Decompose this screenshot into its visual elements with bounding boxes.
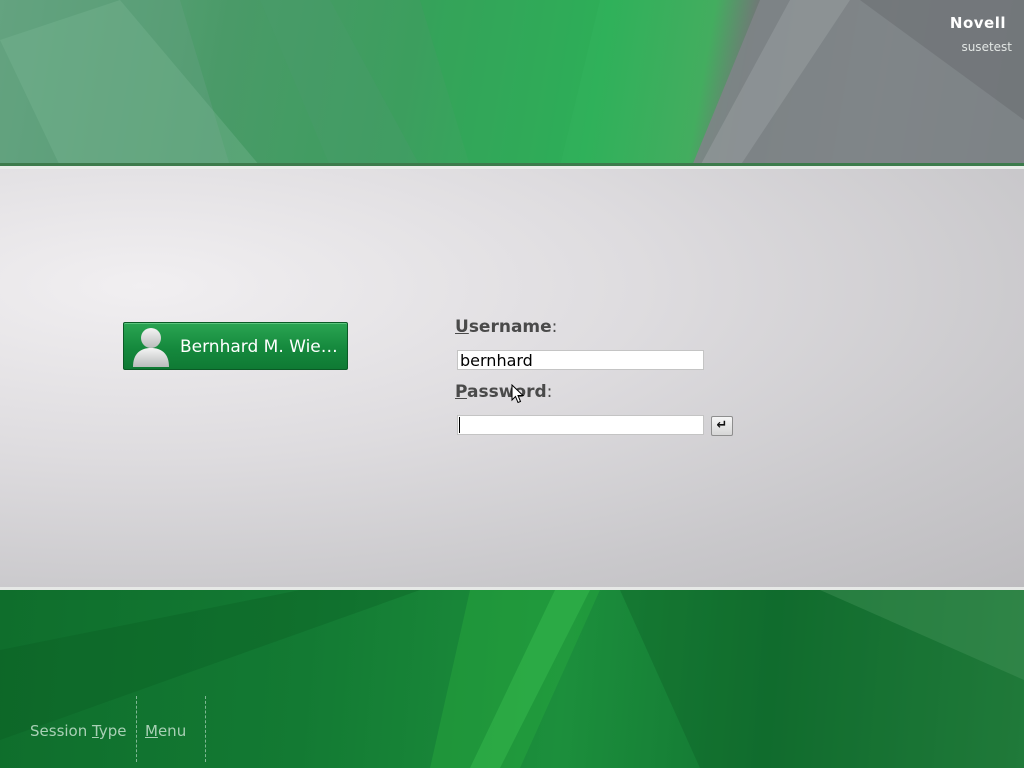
session-type-text: Session xyxy=(30,722,92,740)
username-label-text: sername xyxy=(468,317,552,337)
username-label-colon: : xyxy=(551,317,558,337)
session-type-accelerator: T xyxy=(92,722,99,740)
login-enter-button[interactable]: ↵ xyxy=(711,416,733,436)
login-screen: Novell susetest Bernhard M. Wie… Usernam… xyxy=(0,0,1024,768)
password-label-accelerator: P xyxy=(455,382,468,402)
password-label-colon: : xyxy=(546,382,553,402)
user-display-name: Bernhard M. Wie… xyxy=(180,337,338,357)
username-label: Username: xyxy=(455,317,557,337)
menu-button[interactable]: Menu xyxy=(145,722,186,740)
login-panel: Bernhard M. Wie… Username: Password: ↵ xyxy=(0,163,1024,593)
bg-shape xyxy=(420,0,600,166)
bottom-separator xyxy=(205,696,206,762)
mouse-pointer-icon xyxy=(511,384,524,404)
bottom-background-band: Session Type Menu xyxy=(0,590,1024,768)
user-avatar-icon xyxy=(133,328,169,367)
top-background-band: Novell susetest xyxy=(0,0,1024,166)
session-type-menu[interactable]: Session Type xyxy=(30,722,126,740)
username-label-accelerator: U xyxy=(455,317,469,337)
password-label-text: assword xyxy=(467,382,547,402)
bottom-background-art xyxy=(0,590,1024,768)
bg-shape xyxy=(0,590,420,740)
session-type-text-end: ype xyxy=(98,722,127,740)
menu-accelerator: M xyxy=(145,722,158,740)
menu-text: enu xyxy=(157,722,187,740)
bottom-separator xyxy=(136,696,137,762)
user-list-item-button[interactable]: Bernhard M. Wie… xyxy=(123,322,348,370)
username-input[interactable] xyxy=(457,350,704,370)
top-background-art xyxy=(0,0,1024,166)
bg-shape xyxy=(260,0,420,166)
password-input[interactable] xyxy=(457,415,704,435)
password-label: Password: xyxy=(455,382,552,402)
text-caret xyxy=(459,417,460,433)
hostname-label: susetest xyxy=(961,40,1012,54)
brand-logo-text: Novell xyxy=(949,14,1006,32)
